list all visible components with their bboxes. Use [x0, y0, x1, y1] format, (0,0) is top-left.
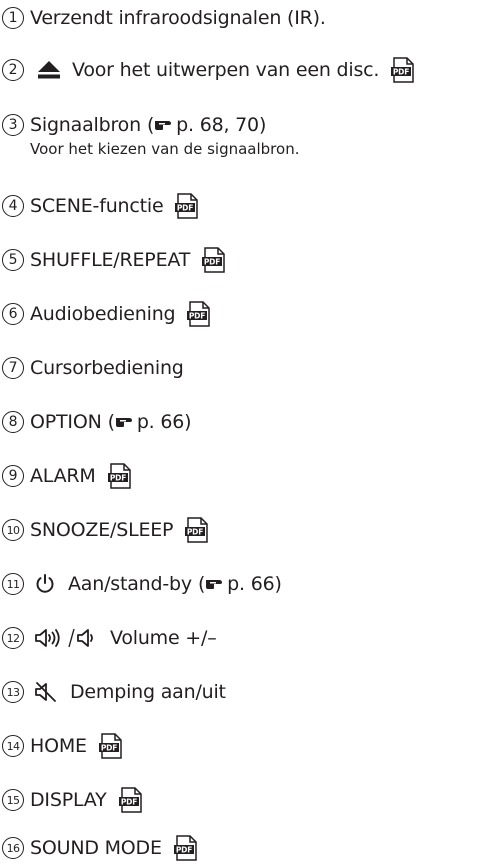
pdf-icon[interactable]: PDF	[173, 835, 198, 861]
item-label: DISPLAY	[30, 789, 107, 811]
svg-text:PDF: PDF	[204, 257, 220, 266]
pointing-hand-icon	[205, 573, 223, 595]
svg-text:PDF: PDF	[189, 311, 205, 320]
item-number: 6	[2, 303, 24, 325]
item-label: Signaalbron	[30, 114, 141, 136]
list-item: 3 Signaalbron (p. 68, 70) Voor het kieze…	[0, 110, 501, 158]
item-label: Cursorbediening	[30, 357, 184, 379]
pdf-icon[interactable]: PDF	[187, 301, 211, 327]
list-item: 15 DISPLAY PDF	[0, 785, 501, 815]
item-label: HOME	[30, 735, 87, 757]
list-item: 7 Cursorbediening	[0, 353, 501, 383]
svg-text:PDF: PDF	[187, 527, 203, 536]
svg-text:PDF: PDF	[176, 845, 192, 854]
pdf-icon[interactable]: PDF	[118, 787, 143, 813]
item-label: OPTION	[30, 411, 102, 433]
pdf-icon[interactable]: PDF	[98, 733, 123, 759]
list-item: 10 SNOOZE/SLEEP PDF	[0, 515, 501, 545]
item-label: Verzendt infraroodsignalen (IR).	[30, 7, 326, 29]
svg-text:PDF: PDF	[177, 203, 193, 212]
svg-text:PDF: PDF	[120, 797, 136, 806]
item-label: Aan/stand-by	[68, 573, 192, 595]
page-reference: (p. 66)	[107, 411, 192, 433]
list-item: 9 ALARM PDF	[0, 461, 501, 491]
page-reference: (p. 66)	[197, 573, 282, 595]
mute-icon	[34, 681, 58, 703]
list-item: 11 Aan/stand-by (p. 66)	[0, 569, 501, 599]
list-item: 5 SHUFFLE/REPEAT PDF	[0, 245, 501, 275]
page-reference: (p. 68, 70)	[146, 114, 267, 136]
svg-text:PDF: PDF	[393, 67, 409, 76]
svg-text:PDF: PDF	[101, 743, 117, 752]
pdf-icon[interactable]: PDF	[107, 463, 132, 489]
item-label: Audiobediening	[30, 303, 176, 325]
item-number: 1	[2, 7, 24, 29]
item-number: 3	[2, 114, 24, 136]
power-icon	[34, 573, 56, 595]
pointing-hand-icon	[115, 411, 133, 433]
item-number: 14	[2, 735, 24, 757]
pdf-icon[interactable]: PDF	[185, 517, 209, 543]
item-number: 8	[2, 411, 24, 433]
item-number: 10	[2, 519, 24, 541]
item-number: 2	[2, 59, 24, 81]
list-item: 12 Volume +/–	[0, 623, 501, 653]
list-item: 8 OPTION (p. 66)	[0, 407, 501, 437]
volume-icon	[34, 627, 100, 649]
item-label: SNOOZE/SLEEP	[30, 519, 174, 541]
item-number: 16	[2, 837, 24, 859]
item-number: 9	[2, 465, 24, 487]
pdf-icon[interactable]: PDF	[175, 193, 199, 219]
item-label: Voor het uitwerpen van een disc.	[72, 59, 380, 81]
list-item: 14 HOME PDF	[0, 731, 501, 761]
item-label: SOUND MODE	[30, 837, 162, 859]
item-number: 7	[2, 357, 24, 379]
list-item: 1 Verzendt infraroodsignalen (IR).	[0, 3, 501, 33]
item-number: 11	[2, 573, 24, 595]
list-item: 13 Demping aan/uit	[0, 677, 501, 707]
pdf-icon[interactable]: PDF	[202, 247, 226, 273]
pointing-hand-icon	[154, 114, 172, 136]
eject-icon	[38, 61, 60, 79]
item-label: ALARM	[30, 465, 96, 487]
item-label: Demping aan/uit	[70, 681, 226, 703]
svg-text:PDF: PDF	[110, 473, 126, 482]
item-number: 15	[2, 789, 24, 811]
list-item: 16 SOUND MODE PDF	[0, 833, 501, 863]
item-number: 12	[2, 627, 24, 649]
item-description: Voor het kiezen van de signaalbron.	[30, 140, 300, 158]
item-number: 5	[2, 249, 24, 271]
list-item: 2 Voor het uitwerpen van een disc. PDF	[0, 55, 501, 85]
pdf-icon[interactable]: PDF	[391, 57, 415, 83]
item-label: SCENE-functie	[30, 195, 164, 217]
item-number: 4	[2, 195, 24, 217]
list-item: 4 SCENE-functie PDF	[0, 191, 501, 221]
item-number: 13	[2, 681, 24, 703]
list-item: 6 Audiobediening PDF	[0, 299, 501, 329]
item-label: SHUFFLE/REPEAT	[30, 249, 191, 271]
item-label: Volume +/–	[110, 627, 217, 649]
